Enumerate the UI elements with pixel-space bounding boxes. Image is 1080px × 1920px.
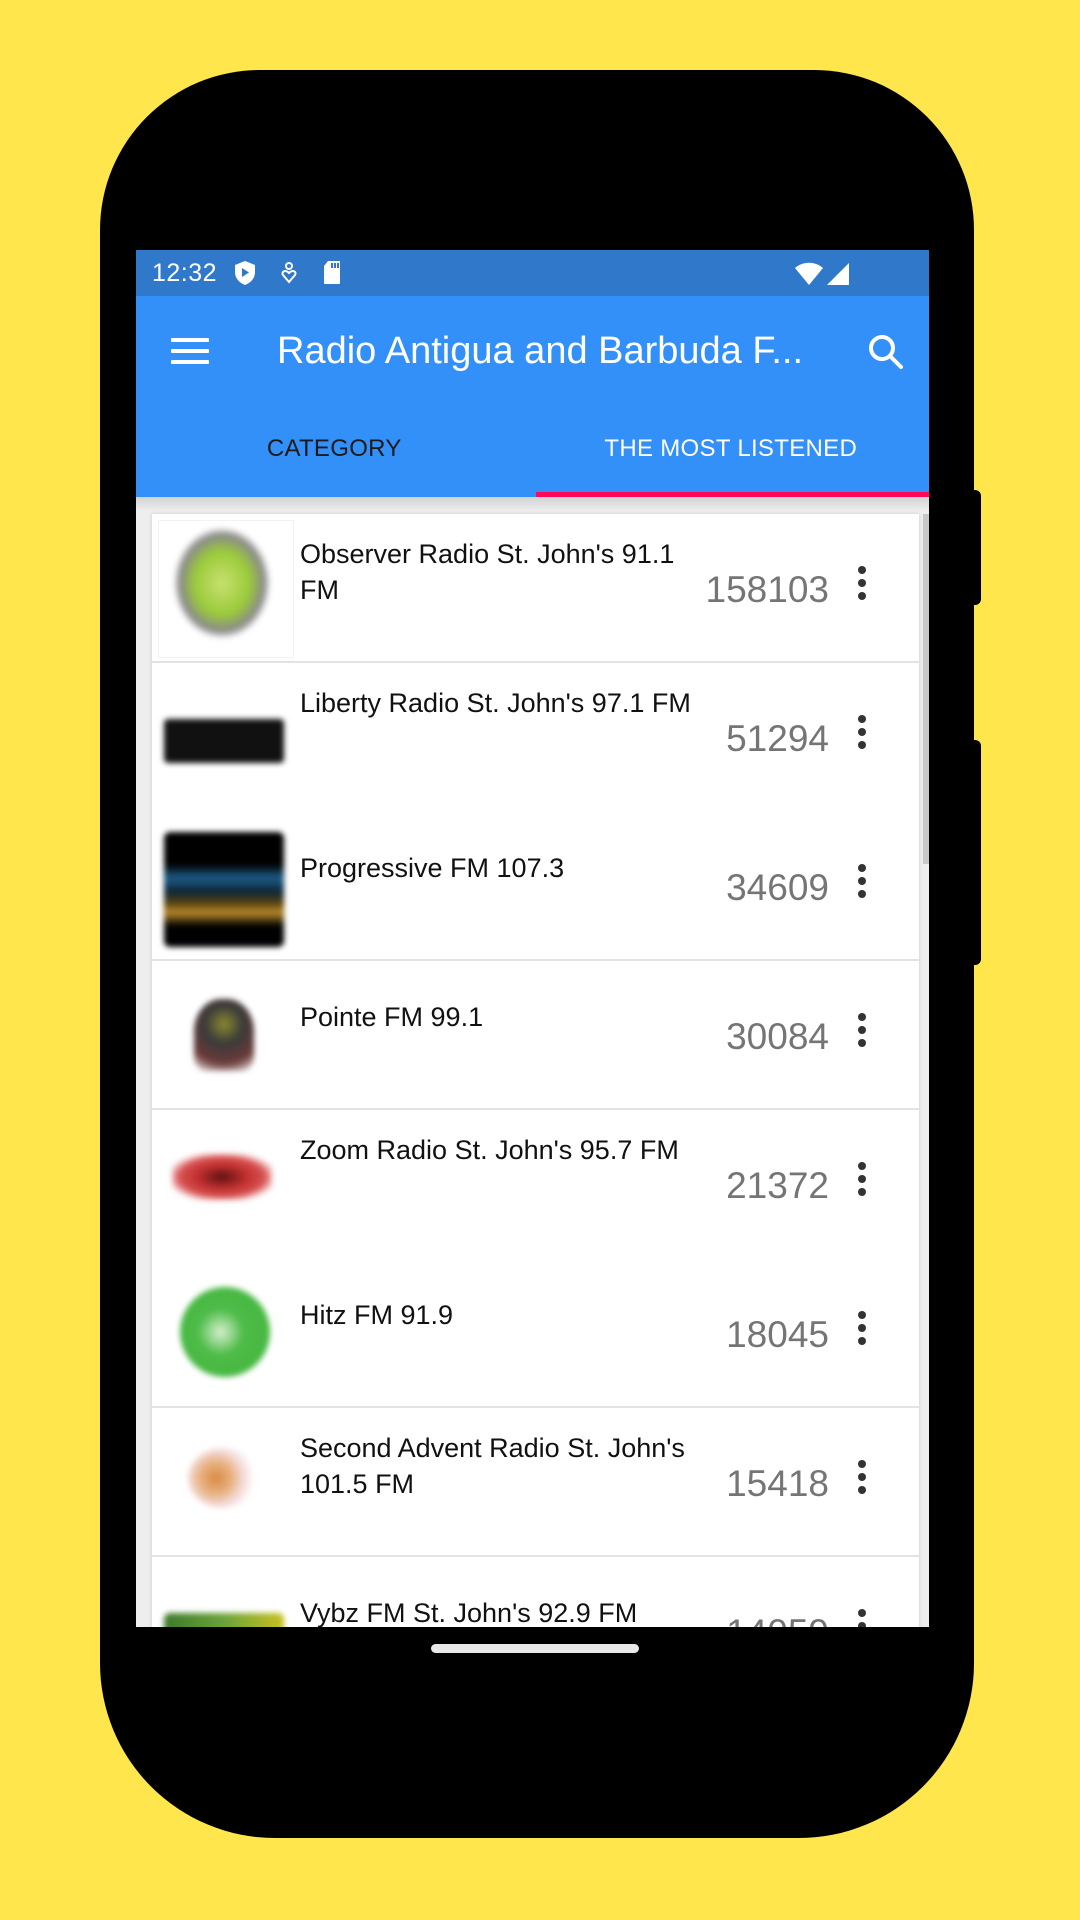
listener-count: 18045 bbox=[726, 1314, 829, 1355]
list-item[interactable]: Zoom Radio St. John's 95.7 FM 21372 bbox=[152, 1110, 919, 1259]
more-options-icon[interactable] bbox=[855, 1311, 869, 1355]
black-banner-logo bbox=[164, 719, 284, 763]
app-title: Radio Antigua and Barbuda F... bbox=[277, 330, 804, 372]
station-name: Hitz FM 91.9 bbox=[300, 1300, 454, 1330]
power-button bbox=[974, 490, 981, 605]
status-bar: 12:32 bbox=[136, 250, 929, 296]
accessibility-icon bbox=[280, 262, 298, 289]
wifi-icon bbox=[794, 262, 824, 291]
station-name: Zoom Radio St. John's 95.7 FM bbox=[300, 1135, 679, 1165]
tab-bar: CATEGORY THE MOST LISTENED bbox=[136, 401, 929, 497]
more-options-icon[interactable] bbox=[855, 1162, 869, 1206]
more-options-icon[interactable] bbox=[855, 1609, 869, 1627]
more-options-icon[interactable] bbox=[855, 1013, 869, 1057]
station-name: Pointe FM 99.1 bbox=[300, 1002, 484, 1032]
green-yellow-logo bbox=[164, 1613, 284, 1627]
listener-count: 15418 bbox=[726, 1463, 829, 1504]
list-item[interactable]: Liberty Radio St. John's 97.1 FM 51294 bbox=[152, 663, 919, 812]
list-item[interactable]: Hitz FM 91.9 18045 bbox=[152, 1259, 919, 1408]
more-options-icon[interactable] bbox=[855, 566, 869, 610]
listener-count: 51294 bbox=[726, 718, 829, 759]
cell-signal-icon bbox=[826, 262, 850, 291]
status-time: 12:32 bbox=[152, 259, 218, 287]
green-round-logo bbox=[180, 1287, 270, 1377]
search-icon[interactable] bbox=[866, 332, 906, 372]
list-item[interactable]: Observer Radio St. John's 91.1 FM 158103 bbox=[152, 514, 919, 663]
listener-count: 158103 bbox=[705, 569, 829, 610]
list-item[interactable]: Vybz FM St. John's 92.9 FM 14059 bbox=[152, 1557, 919, 1627]
station-list: Observer Radio St. John's 91.1 FM 158103… bbox=[152, 514, 919, 1627]
list-scrollbar[interactable] bbox=[923, 514, 929, 864]
list-item[interactable]: Progressive FM 107.3 34609 bbox=[152, 812, 919, 961]
shield-play-icon bbox=[234, 260, 256, 291]
orange-bird-logo bbox=[188, 1448, 258, 1508]
green-circle-logo bbox=[174, 528, 270, 638]
station-name: Observer Radio St. John's 91.1 FM bbox=[300, 539, 675, 605]
tab-most-listened[interactable]: THE MOST LISTENED bbox=[533, 401, 930, 497]
app-screen: 12:32 Radio Antigua and Barbuda F... CAT… bbox=[136, 250, 929, 1627]
hamburger-menu-icon[interactable] bbox=[171, 338, 209, 364]
more-options-icon[interactable] bbox=[855, 715, 869, 759]
station-name: Vybz FM St. John's 92.9 FM bbox=[300, 1598, 638, 1627]
dark-blue-gold-logo bbox=[164, 832, 284, 947]
volume-button bbox=[974, 740, 981, 965]
tab-category[interactable]: CATEGORY bbox=[136, 401, 533, 497]
dark-emblem-logo bbox=[194, 999, 254, 1071]
listener-count: 21372 bbox=[726, 1165, 829, 1206]
app-bar: Radio Antigua and Barbuda F... CATEGORY … bbox=[136, 296, 929, 498]
listener-count: 14059 bbox=[726, 1612, 829, 1627]
red-wave-logo bbox=[172, 1154, 272, 1200]
listener-count: 34609 bbox=[726, 867, 829, 908]
home-indicator[interactable] bbox=[431, 1644, 639, 1653]
list-item[interactable]: Pointe FM 99.1 30084 bbox=[152, 961, 919, 1110]
app-bar-shadow bbox=[136, 497, 929, 511]
listener-count: 30084 bbox=[726, 1016, 829, 1057]
sd-card-icon bbox=[322, 260, 342, 290]
more-options-icon[interactable] bbox=[855, 864, 869, 908]
station-name: Progressive FM 107.3 bbox=[300, 853, 565, 883]
station-name: Second Advent Radio St. John's 101.5 FM bbox=[300, 1433, 685, 1499]
list-item[interactable]: Second Advent Radio St. John's 101.5 FM … bbox=[152, 1408, 919, 1557]
station-name: Liberty Radio St. John's 97.1 FM bbox=[300, 688, 691, 718]
more-options-icon[interactable] bbox=[855, 1460, 869, 1504]
